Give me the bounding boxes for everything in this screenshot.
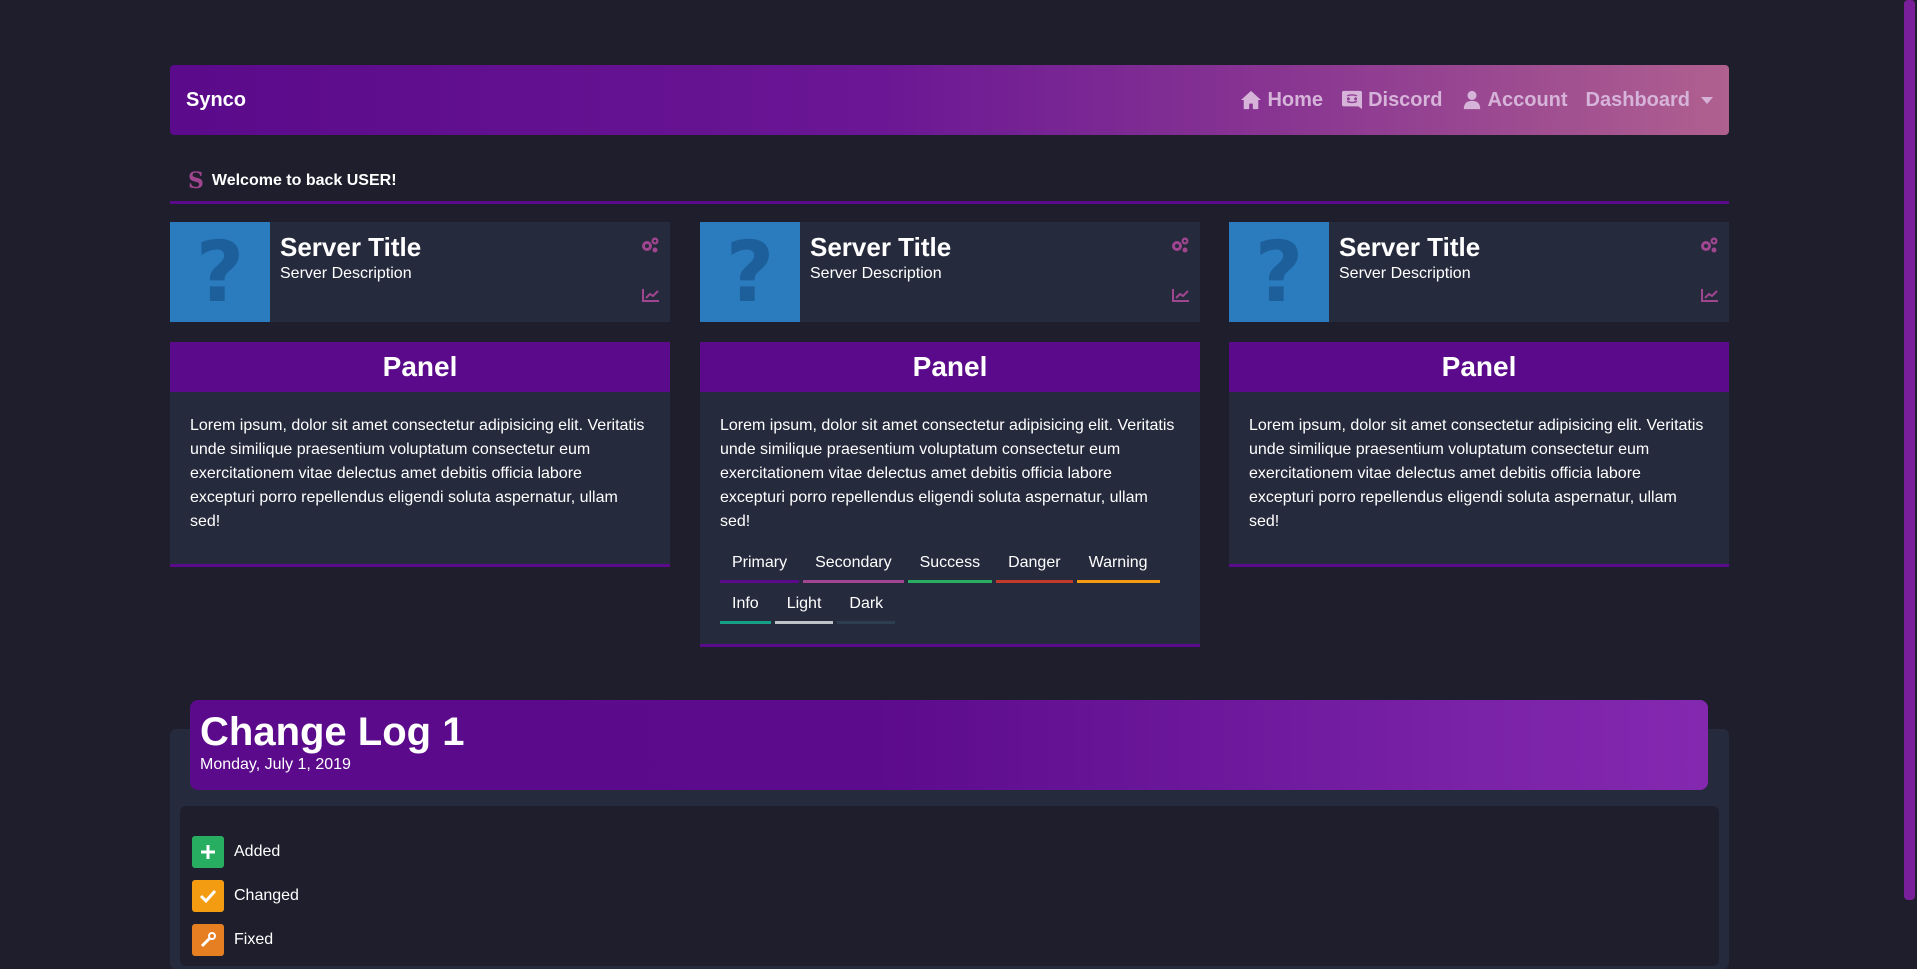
server-avatar-icon: ? — [700, 222, 800, 322]
check-icon — [192, 880, 224, 912]
nav-links: Home Discord Account Dashboard — [1240, 89, 1713, 112]
cogs-icon[interactable] — [1699, 236, 1719, 254]
home-icon — [1241, 90, 1262, 110]
tag-warning[interactable]: Warning — [1076, 546, 1160, 583]
changelog-item-added: Added — [192, 836, 1707, 868]
tag-list: Primary Secondary Success Danger Warning… — [700, 546, 1200, 644]
changelog-item-label: Added — [234, 843, 281, 860]
server-body: Server Title Server Description — [800, 222, 1200, 322]
nav-dashboard-dropdown[interactable]: Dashboard — [1586, 89, 1713, 112]
panel-title: Panel — [170, 342, 670, 392]
server-description: Server Description — [280, 265, 412, 282]
user-icon — [1463, 90, 1480, 110]
chart-line-icon[interactable] — [642, 288, 660, 302]
scrollbar-thumb[interactable] — [1904, 0, 1915, 900]
server-description: Server Description — [1339, 265, 1471, 282]
tag-secondary[interactable]: Secondary — [803, 546, 904, 583]
tag-success[interactable]: Success — [907, 546, 993, 583]
nav-account-link[interactable]: Account — [1461, 89, 1568, 112]
panel-title: Panel — [1229, 342, 1729, 392]
changelog-header: Change Log 1 Monday, July 1, 2019 — [190, 700, 1708, 790]
chart-line-icon[interactable] — [1701, 288, 1719, 302]
changelog-title: Change Log 1 — [200, 710, 465, 754]
server-title: Server Title — [1339, 232, 1481, 262]
nav-discord-link[interactable]: Discord — [1341, 88, 1443, 112]
changelog-item-label: Changed — [234, 887, 299, 904]
changelog-date: Monday, July 1, 2019 — [200, 756, 351, 773]
discord-icon — [1342, 90, 1363, 110]
tag-danger[interactable]: Danger — [996, 546, 1073, 583]
tag-primary[interactable]: Primary — [720, 546, 800, 583]
panel: Panel Lorem ipsum, dolor sit amet consec… — [700, 342, 1200, 647]
scrollbar[interactable] — [1903, 0, 1917, 959]
navbar: Synco Home Discord Account Dashboard — [170, 65, 1729, 135]
nav-home-link[interactable]: Home — [1240, 89, 1323, 112]
plus-icon — [192, 836, 224, 868]
server-body: Server Title Server Description — [270, 222, 670, 322]
logo-icon: S — [188, 167, 204, 194]
welcome-message: Welcome to back USER! — [211, 171, 397, 189]
chart-line-icon[interactable] — [1172, 288, 1190, 302]
panel: Panel Lorem ipsum, dolor sit amet consec… — [170, 342, 670, 567]
wrench-icon — [192, 924, 224, 956]
server-card[interactable]: ? Server Title Server Description — [1229, 222, 1729, 322]
caret-down-icon — [1701, 96, 1713, 104]
panel-text: Lorem ipsum, dolor sit amet consectetur … — [720, 417, 1175, 530]
welcome-bar: S Welcome to back USER! — [170, 160, 1729, 204]
nav-discord-label: Discord — [1368, 88, 1443, 111]
panel-title: Panel — [700, 342, 1200, 392]
cogs-icon[interactable] — [640, 236, 660, 254]
server-card[interactable]: ? Server Title Server Description — [170, 222, 670, 322]
server-body: Server Title Server Description — [1329, 222, 1729, 322]
server-title: Server Title — [810, 232, 952, 262]
server-description: Server Description — [810, 265, 942, 282]
panel-text: Lorem ipsum, dolor sit amet consectetur … — [1249, 417, 1704, 530]
tag-dark[interactable]: Dark — [837, 587, 896, 624]
changelog-item-fixed: Fixed — [192, 924, 1707, 956]
changelog-body: Added Changed Fixed — [180, 806, 1719, 966]
changelog-item-changed: Changed — [192, 880, 1707, 912]
server-title: Server Title — [280, 232, 422, 262]
nav-home-label: Home — [1267, 88, 1324, 111]
panel: Panel Lorem ipsum, dolor sit amet consec… — [1229, 342, 1729, 567]
server-avatar-icon: ? — [170, 222, 270, 322]
cogs-icon[interactable] — [1170, 236, 1190, 254]
nav-account-label: Account — [1487, 88, 1568, 111]
changelog-item-label: Fixed — [234, 931, 274, 948]
tag-light[interactable]: Light — [774, 587, 834, 624]
brand-link[interactable]: Synco — [186, 89, 246, 112]
server-card[interactable]: ? Server Title Server Description — [700, 222, 1200, 322]
tag-info[interactable]: Info — [720, 587, 771, 624]
server-avatar-icon: ? — [1229, 222, 1329, 322]
nav-dashboard-label: Dashboard — [1585, 88, 1690, 111]
panel-text: Lorem ipsum, dolor sit amet consectetur … — [190, 417, 645, 530]
